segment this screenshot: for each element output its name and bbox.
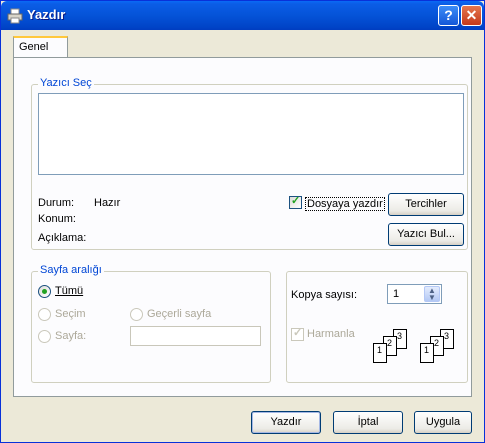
checkmark-icon: ✓	[293, 327, 303, 339]
collate-page: 1	[373, 343, 387, 363]
printer-group-legend: Yazıcı Seç	[38, 77, 94, 89]
apply-button[interactable]: Uygula	[414, 411, 472, 434]
current-page-label: Geçerli sayfa	[147, 308, 212, 320]
status-value: Hazır	[94, 197, 121, 209]
print-button[interactable]: Yazdır	[251, 411, 321, 434]
selection-radio[interactable]	[38, 308, 51, 321]
copies-spinner[interactable]: 1 ▲ ▼	[387, 284, 442, 304]
current-page-radio[interactable]	[130, 308, 143, 321]
collate-pages-icon: 3 2 1	[418, 329, 458, 369]
title-bar[interactable]: Yazdır ? ✕	[1, 1, 484, 30]
close-icon[interactable]: ✕	[461, 5, 482, 26]
tab-label: Genel	[19, 41, 49, 53]
copies-label: Kopya sayısı:	[291, 289, 358, 301]
checkmark-icon: ✓	[291, 195, 301, 207]
print-to-file-checkbox[interactable]: ✓	[289, 195, 302, 209]
all-pages-radio[interactable]	[38, 285, 51, 298]
pages-input[interactable]	[130, 326, 261, 346]
pages-radio[interactable]	[38, 330, 51, 343]
find-printer-button[interactable]: Yazıcı Bul...	[388, 223, 464, 246]
collate-checkbox[interactable]: ✓	[291, 327, 304, 341]
collate-page: 1	[420, 343, 434, 363]
print-dialog: Yazdır ? ✕ Genel Yazıcı Seç Durum: Hazır…	[0, 0, 485, 443]
window-title: Yazdır	[27, 7, 66, 22]
preferences-button[interactable]: Tercihler	[388, 193, 464, 216]
printer-list[interactable]	[38, 93, 464, 175]
print-to-file-label[interactable]: Dosyaya yazdır	[305, 197, 385, 211]
collate-pages-icon: 3 2 1	[371, 329, 411, 369]
copies-value: 1	[393, 288, 400, 300]
selection-label: Seçim	[55, 308, 86, 320]
tab-genel[interactable]: Genel	[13, 36, 68, 58]
collate-label: Harmanla	[307, 328, 355, 340]
cancel-button[interactable]: İptal	[333, 411, 403, 434]
radio-selected-dot	[42, 289, 47, 294]
comment-label: Açıklama:	[38, 232, 87, 244]
page-range-legend: Sayfa aralığı	[38, 264, 104, 276]
pages-label: Sayfa:	[55, 330, 87, 342]
printer-icon	[7, 8, 23, 24]
all-pages-label[interactable]: Tümü	[55, 285, 83, 297]
status-label: Durum:	[38, 197, 75, 209]
help-icon[interactable]: ?	[438, 5, 459, 26]
location-label: Konum:	[38, 213, 76, 225]
spin-updown-icon[interactable]: ▲ ▼	[424, 286, 440, 302]
